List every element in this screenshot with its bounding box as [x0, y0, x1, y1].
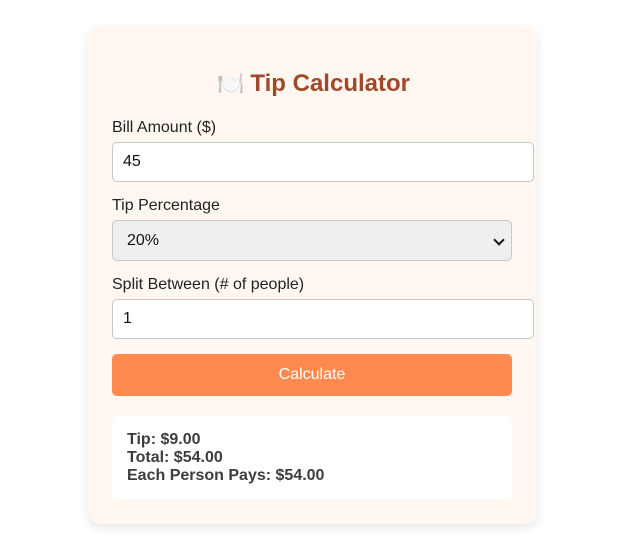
tip-percentage-select[interactable]: 20% — [112, 220, 512, 261]
plate-cutlery-icon: 🍽️ — [217, 72, 245, 97]
calculate-button[interactable]: Calculate — [112, 354, 512, 396]
split-input[interactable]: 1 — [112, 299, 534, 339]
chevron-down-icon — [493, 234, 505, 246]
title-text: Tip Calculator — [250, 70, 410, 97]
page-title: 🍽️ Tip Calculator — [0, 70, 627, 99]
result-box: Tip: $9.00 Total: $54.00 Each Person Pay… — [112, 416, 512, 499]
total-result: Total: $54.00 — [127, 449, 223, 466]
tip-percentage-value: 20% — [127, 232, 160, 249]
tip-percentage-label: Tip Percentage — [112, 197, 220, 214]
bill-amount-input[interactable]: 45 — [112, 142, 534, 182]
split-label: Split Between (# of people) — [112, 276, 305, 293]
bill-amount-value: 45 — [123, 153, 141, 170]
each-person-result: Each Person Pays: $54.00 — [127, 467, 325, 484]
split-value: 1 — [123, 310, 132, 327]
tip-result: Tip: $9.00 — [127, 431, 201, 448]
bill-amount-label: Bill Amount ($) — [112, 119, 217, 136]
